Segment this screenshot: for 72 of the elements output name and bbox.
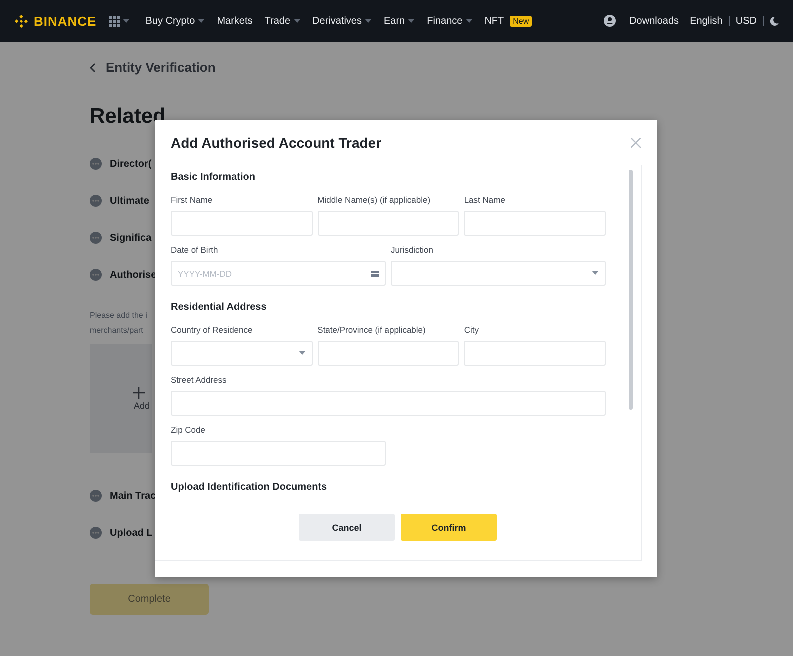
field-label: Street Address [171,375,228,385]
confirm-button[interactable]: Confirm [401,514,497,541]
section-title: Basic Information [171,172,256,183]
logo-icon [14,14,29,28]
logo[interactable]: BINANCE [14,14,97,28]
scrollbar-thumb[interactable] [629,170,633,410]
back-link[interactable]: Entity Verification [90,60,793,75]
nav-menu-item[interactable]: Derivatives [312,16,372,26]
user-icon[interactable] [604,15,616,27]
caret-icon [198,18,206,24]
more-icon [90,490,102,502]
plus-icon [133,386,145,398]
nav-menu-item[interactable]: Buy Crypto [146,16,206,26]
nav-menu-item[interactable]: Earn [384,16,416,26]
dropdown-field[interactable] [391,261,606,286]
step-title: Significa [110,232,152,244]
currency-selector[interactable]: USD [736,16,757,26]
dropdown-field[interactable] [171,341,313,366]
input-field[interactable] [464,211,606,236]
new-badge: New [510,16,532,26]
field-label: City [464,325,480,335]
nav-menu-item[interactable]: Finance [427,16,473,26]
field-label: Date of Birth [171,245,220,255]
caret-icon [592,271,599,276]
step-title: Ultimate [110,196,150,206]
more-icon [90,527,102,539]
caret-icon [466,18,473,24]
nav-menu-item[interactable]: NFT New [484,16,532,26]
apps-menu[interactable] [108,16,130,26]
field-label: State/Province (if applicable) [318,325,427,335]
input-field[interactable] [171,441,386,466]
caret-icon [298,351,306,356]
input-field[interactable] [464,341,606,366]
note-text: merchants/part [90,325,144,337]
more-icon [90,195,102,207]
grid-icon [108,16,120,26]
note-text: Please add the i [90,310,148,322]
add-card[interactable]: Add [90,344,152,453]
more-icon [90,158,102,170]
close-icon[interactable] [631,138,641,148]
dialog-title: Add Authorised Account Trader [171,134,382,150]
caret-icon [408,18,416,24]
section-title: Upload Identification Documents [171,482,328,493]
downloads-link[interactable]: Downloads [630,16,680,26]
step-title: Authorise [110,270,157,280]
input-field[interactable] [318,211,460,236]
chevron-left-icon [90,62,96,72]
nav-menu-item[interactable]: Markets [217,16,253,26]
more-icon [90,269,102,281]
field-label: Country of Residence [171,325,254,335]
nav-menu-item[interactable]: Trade [264,16,301,26]
input-field[interactable] [171,391,606,416]
cancel-button[interactable]: Cancel [299,514,395,541]
step-title: Director( [110,158,152,170]
step-title: Upload L [110,528,153,538]
caret-icon [122,18,130,24]
section-title: Residential Address [171,302,268,313]
field-label: Zip Code [171,425,206,435]
more-icon [90,232,102,244]
field-label: Middle Name(s) (if applicable) [318,195,432,205]
caret-icon [294,18,301,24]
caret-icon [365,18,372,24]
language-selector[interactable]: English [690,16,723,26]
field-label: Last Name [464,195,506,205]
calendar-icon [371,270,379,277]
field-label: First Name [171,195,214,205]
input-field[interactable] [318,341,460,366]
step-title: Main Trac [110,490,156,502]
input-field[interactable] [171,211,313,236]
moon-icon[interactable] [770,16,779,26]
page-heading: Related [90,105,167,129]
field-label: Jurisdiction [391,245,435,255]
